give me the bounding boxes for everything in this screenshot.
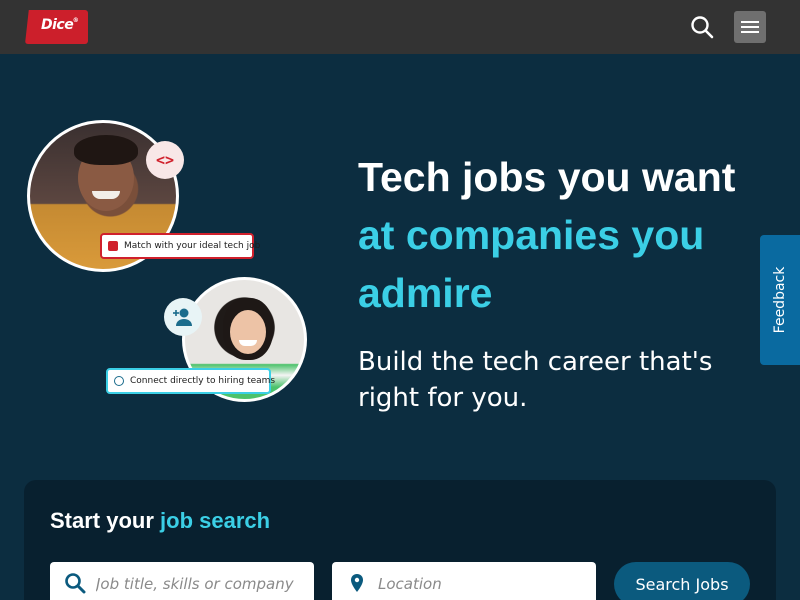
chat-bubble-icon [114,376,124,386]
location-field[interactable] [332,562,596,600]
logo-text: Dice ® [41,17,79,33]
hero-title: Tech jobs you want at companies you admi… [358,148,768,322]
keyword-input[interactable] [96,562,306,600]
search-heading-accent: job search [160,508,271,533]
match-job-tag: Match with your ideal tech job [100,233,260,259]
connect-teams-tag: Connect directly to hiring teams [106,368,275,394]
location-pin-icon [351,574,363,592]
hero-title-accent: at companies you admire [358,212,705,316]
feedback-label: Feedback [772,266,788,334]
dice-logo[interactable]: Dice ® [25,10,88,44]
search-icon[interactable] [688,13,716,41]
feedback-tab[interactable]: Feedback [760,235,800,365]
keyword-field[interactable] [50,562,314,600]
job-search-card: Start your job search Search Jobs [24,480,776,600]
hero-title-line: Tech jobs you want [358,154,736,200]
search-heading: Start your job search [50,508,270,534]
location-input[interactable] [378,562,588,600]
connect-teams-label: Connect directly to hiring teams [130,376,276,386]
search-icon [65,573,86,594]
top-nav-bar: Dice ® [0,0,800,54]
search-heading-prefix: Start your [50,508,154,533]
hero-subtitle: Build the tech career that's right for y… [358,347,713,413]
match-job-label: Match with your ideal tech job [124,241,261,251]
hamburger-menu-icon[interactable] [734,11,766,43]
add-user-icon [164,298,202,336]
search-jobs-button[interactable]: Search Jobs [614,562,750,600]
code-brackets-icon: <> [146,141,184,179]
dice-badge-icon [108,241,118,251]
